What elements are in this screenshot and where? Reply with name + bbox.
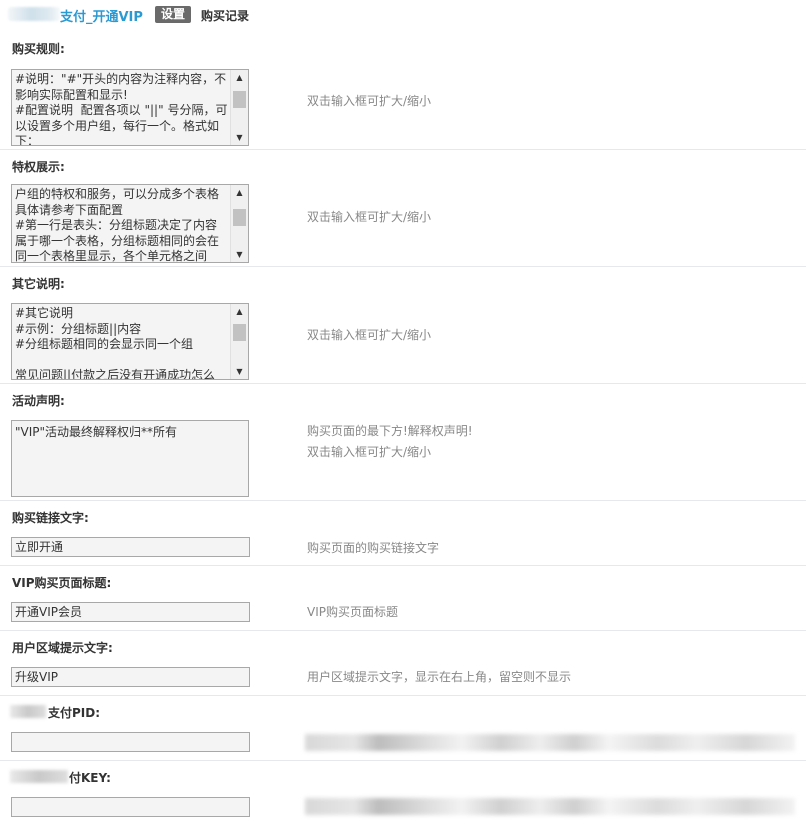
payment-pid-label: 支付PID:: [48, 706, 101, 720]
other-notes-text: #其它说明 #示例：分组标题||内容 #分组标题相同的会显示同一个组 常见问题|…: [15, 306, 216, 380]
privileges-textarea[interactable]: 户组的特权和服务，可以分成多个表格具体请参考下面配置 #第一行是表头：分组标题决…: [11, 184, 249, 263]
scroll-thumb[interactable]: [233, 324, 246, 341]
blurred-hint: [305, 798, 795, 815]
section-user-area-tip: 用户区域提示文字: 升级VIP 用户区域提示文字，显示在右上角，留空则不显示: [0, 631, 806, 696]
purchase-rules-label: 购买规则:: [12, 42, 65, 56]
scroll-up-arrow-icon[interactable]: ▲: [231, 70, 248, 85]
section-vip-page-title: VIP购买页面标题: 开通VIP会员 VIP购买页面标题: [0, 566, 806, 631]
privileges-label: 特权展示:: [12, 160, 65, 174]
section-purchase-rules: 购买规则: #说明："#"开头的内容为注释内容，不影响实际配置和显示! #配置说…: [0, 32, 806, 150]
vip-page-title-hint: VIP购买页面标题: [307, 605, 398, 619]
purchase-rules-scrollbar[interactable]: ▲ ▼: [230, 70, 248, 145]
section-payment-pid: 支付PID:: [0, 696, 806, 761]
purchase-rules-text: #说明："#"开头的内容为注释内容，不影响实际配置和显示! #配置说明 配置各项…: [15, 72, 228, 146]
user-area-tip-input[interactable]: 升级VIP: [11, 667, 250, 687]
privileges-text: 户组的特权和服务，可以分成多个表格具体请参考下面配置 #第一行是表头：分组标题决…: [15, 187, 220, 263]
other-notes-scrollbar[interactable]: ▲ ▼: [230, 304, 248, 379]
buy-link-text-input[interactable]: 立即开通: [11, 537, 250, 557]
buy-link-text-label: 购买链接文字:: [12, 511, 89, 525]
scroll-up-arrow-icon[interactable]: ▲: [231, 304, 248, 319]
activity-statement-label: 活动声明:: [12, 394, 65, 408]
page-title: 支付_开通VIP: [60, 10, 143, 25]
scroll-up-arrow-icon[interactable]: ▲: [231, 185, 248, 200]
blurred-label-prefix: [10, 770, 68, 783]
vip-page-title-input[interactable]: 开通VIP会员: [11, 602, 250, 622]
activity-statement-hint-2: 双击输入框可扩大/缩小: [307, 445, 432, 459]
scroll-down-arrow-icon[interactable]: ▼: [231, 364, 248, 379]
tab-settings[interactable]: 设置: [155, 6, 192, 23]
section-payment-key: 付KEY:: [0, 761, 806, 820]
blurred-logo: [8, 7, 60, 21]
purchase-rules-hint: 双击输入框可扩大/缩小: [307, 94, 432, 108]
user-area-tip-label: 用户区域提示文字:: [12, 641, 113, 655]
section-buy-link-text: 购买链接文字: 立即开通 购买页面的购买链接文字: [0, 501, 806, 566]
purchase-rules-textarea[interactable]: #说明："#"开头的内容为注释内容，不影响实际配置和显示! #配置说明 配置各项…: [11, 69, 249, 146]
activity-statement-text: "VIP"活动最终解释权归**所有: [15, 425, 178, 439]
activity-statement-textarea[interactable]: "VIP"活动最终解释权归**所有: [11, 420, 249, 497]
activity-statement-hint-1: 购买页面的最下方!解释权声明!: [307, 424, 473, 438]
payment-pid-input[interactable]: [11, 732, 250, 752]
page-header: 支付_开通VIP 设置 购买记录: [0, 0, 806, 30]
other-notes-hint: 双击输入框可扩大/缩小: [307, 328, 432, 342]
vip-page-title-label: VIP购买页面标题:: [12, 576, 112, 590]
section-privileges: 特权展示: 户组的特权和服务，可以分成多个表格具体请参考下面配置 #第一行是表头…: [0, 150, 806, 267]
blurred-hint: [305, 734, 795, 751]
user-area-tip-hint: 用户区域提示文字，显示在右上角，留空则不显示: [307, 670, 572, 684]
section-activity-statement: 活动声明: "VIP"活动最终解释权归**所有 购买页面的最下方!解释权声明! …: [0, 384, 806, 501]
scroll-down-arrow-icon[interactable]: ▼: [231, 247, 248, 262]
payment-key-input[interactable]: [11, 797, 250, 817]
buy-link-text-hint: 购买页面的购买链接文字: [307, 541, 440, 555]
blurred-label-prefix: [10, 705, 46, 718]
payment-key-label: 付KEY:: [69, 771, 111, 785]
privileges-hint: 双击输入框可扩大/缩小: [307, 210, 432, 224]
tab-purchase-records[interactable]: 购买记录: [201, 7, 249, 24]
privileges-scrollbar[interactable]: ▲ ▼: [230, 185, 248, 262]
section-other-notes: 其它说明: #其它说明 #示例：分组标题||内容 #分组标题相同的会显示同一个组…: [0, 267, 806, 384]
scroll-thumb[interactable]: [233, 209, 246, 226]
other-notes-textarea[interactable]: #其它说明 #示例：分组标题||内容 #分组标题相同的会显示同一个组 常见问题|…: [11, 303, 249, 380]
scroll-down-arrow-icon[interactable]: ▼: [231, 130, 248, 145]
scroll-thumb[interactable]: [233, 91, 246, 108]
other-notes-label: 其它说明:: [12, 277, 65, 291]
